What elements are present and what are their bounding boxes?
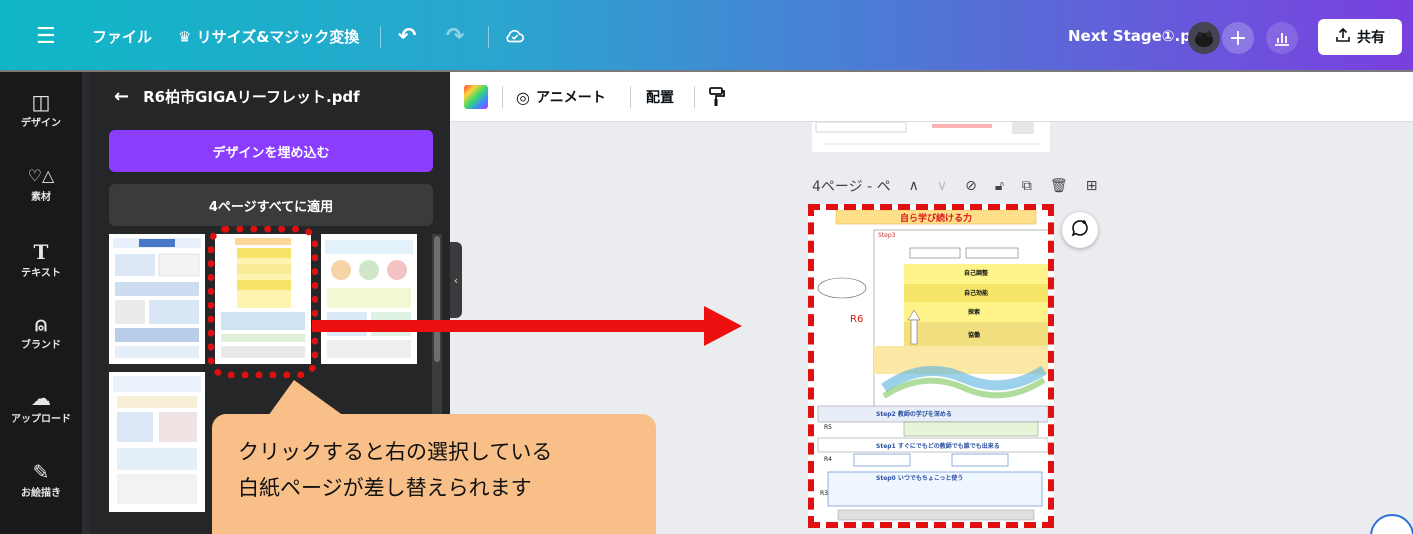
red-arrow	[312, 306, 742, 346]
step3-label: Step3	[878, 232, 896, 239]
cloud-saved-icon[interactable]	[504, 0, 526, 72]
callout-tail	[268, 380, 344, 416]
page-controls: 4ページ - ペ ∧ ∨ ⊘ 🔓︎ ⧉ 🗑︎ ⊞	[812, 174, 1097, 198]
apply-all-pages-button[interactable]: 4ページすべてに適用	[109, 184, 433, 226]
layout-icon: ◫	[31, 90, 51, 114]
r4-label: R4	[824, 456, 832, 463]
callout-line-1: クリックすると右の選択している	[238, 440, 553, 464]
hamburger-icon[interactable]: ☰	[36, 0, 56, 72]
level-label: 自己効能	[964, 290, 989, 297]
resize-magic-button[interactable]: ♛ リサイズ&マジック変換	[178, 0, 359, 72]
animate-button[interactable]: ◎ アニメート	[516, 72, 606, 122]
r6-label: R6	[850, 314, 864, 325]
rail-label: テキスト	[21, 268, 61, 279]
r5-label: R5	[824, 424, 832, 431]
chevron-down-icon[interactable]: ∨	[937, 178, 947, 194]
thumbnail-highlight	[208, 226, 318, 378]
position-button[interactable]: 配置	[646, 72, 674, 122]
level-label: 探索	[968, 309, 981, 316]
text-icon: T	[33, 240, 49, 264]
redo-icon[interactable]: ↷	[446, 0, 464, 72]
level-label: 自己調整	[964, 270, 989, 277]
add-page-icon[interactable]: ⊞	[1086, 178, 1098, 194]
divider	[488, 26, 489, 48]
page-thumbnail-1[interactable]	[109, 234, 205, 364]
animate-label: アニメート	[535, 90, 606, 106]
step0-label: Step0 いつでもちょこっと使う	[876, 475, 964, 482]
divider	[502, 86, 503, 108]
rail-label: ブランド	[21, 340, 61, 351]
comment-add-icon	[1070, 218, 1090, 242]
add-comment-button[interactable]	[1062, 212, 1098, 248]
divider	[630, 86, 631, 108]
previous-page-preview[interactable]	[812, 121, 1050, 152]
color-swatch-icon	[464, 85, 488, 109]
brand-icon: ⍝	[35, 312, 47, 336]
rail-item-text[interactable]: T テキスト	[0, 240, 82, 279]
insights-icon[interactable]	[1266, 22, 1298, 54]
divider	[380, 26, 381, 48]
step1-label: Step1 すぐにでもどの教師でも誰でも出来る	[876, 443, 1000, 450]
rail-item-design[interactable]: ◫ デザイン	[0, 90, 82, 129]
rail-item-draw[interactable]: ✎ お絵描き	[0, 460, 82, 499]
step2-label: Step2 教師の学びを深める	[876, 411, 952, 418]
undo-icon[interactable]: ↶	[398, 0, 416, 72]
trash-icon[interactable]: 🗑︎	[1050, 178, 1068, 194]
panel-header: ← R6柏市GIGAリーフレット.pdf	[114, 86, 360, 107]
upload-icon: ☁	[31, 386, 51, 410]
rail-item-brand[interactable]: ⍝ ブランド	[0, 312, 82, 351]
lock-icon[interactable]: 🔓︎	[995, 178, 1004, 194]
upload-share-icon	[1335, 27, 1351, 47]
rail-item-upload[interactable]: ☁ アップロード	[0, 386, 82, 425]
hide-page-icon[interactable]: ⊘	[965, 178, 977, 194]
elements-icon: ♡△	[27, 166, 55, 185]
rail-scrollbar[interactable]	[82, 72, 90, 534]
rail-item-elements[interactable]: ♡△ 素材	[0, 164, 82, 203]
add-collaborator-button[interactable]: +	[1222, 22, 1254, 54]
share-button[interactable]: 共有	[1318, 19, 1402, 55]
draw-icon: ✎	[32, 460, 50, 484]
duplicate-page-icon[interactable]: ⧉	[1022, 178, 1032, 194]
panel-title: R6柏市GIGAリーフレット.pdf	[143, 88, 360, 106]
embed-design-button[interactable]: デザインを埋め込む	[109, 130, 433, 172]
r3-label: R3	[820, 490, 828, 497]
page-title-text: 自ら学び続ける力	[899, 214, 972, 224]
paint-roller-icon[interactable]	[708, 72, 726, 122]
callout-text: クリックすると右の選択している 白紙ページが差し替えられます	[238, 434, 638, 506]
share-label: 共有	[1357, 30, 1385, 46]
rail-label: お絵描き	[21, 488, 61, 499]
divider	[694, 86, 695, 108]
selected-blank-page[interactable]: 自ら学び続ける力 Step3 自己調整 自己効能 探索 協働 R6 Step2 …	[808, 204, 1054, 528]
callout-line-2: 白紙ページが差し替えられます	[238, 476, 532, 500]
avatar[interactable]	[1188, 22, 1220, 54]
color-picker[interactable]	[464, 72, 488, 122]
editor-toolbar: ◎ アニメート 配置	[450, 72, 1413, 122]
animate-icon: ◎	[516, 87, 530, 107]
arrow-left-icon[interactable]: ←	[114, 86, 129, 107]
file-menu[interactable]: ファイル	[92, 0, 152, 72]
chevron-up-icon[interactable]: ∧	[909, 178, 919, 194]
rail-label: 素材	[31, 192, 51, 203]
level-label: 協働	[968, 332, 981, 339]
page-label[interactable]: 4ページ - ペ	[812, 176, 891, 196]
top-bar: ☰ ファイル ♛ リサイズ&マジック変換 ↶ ↷ Next Stage①.pdf…	[0, 0, 1413, 72]
rail-label: デザイン	[21, 118, 61, 129]
rail-label: アップロード	[11, 414, 71, 425]
page-thumbnail-4[interactable]	[109, 372, 205, 512]
